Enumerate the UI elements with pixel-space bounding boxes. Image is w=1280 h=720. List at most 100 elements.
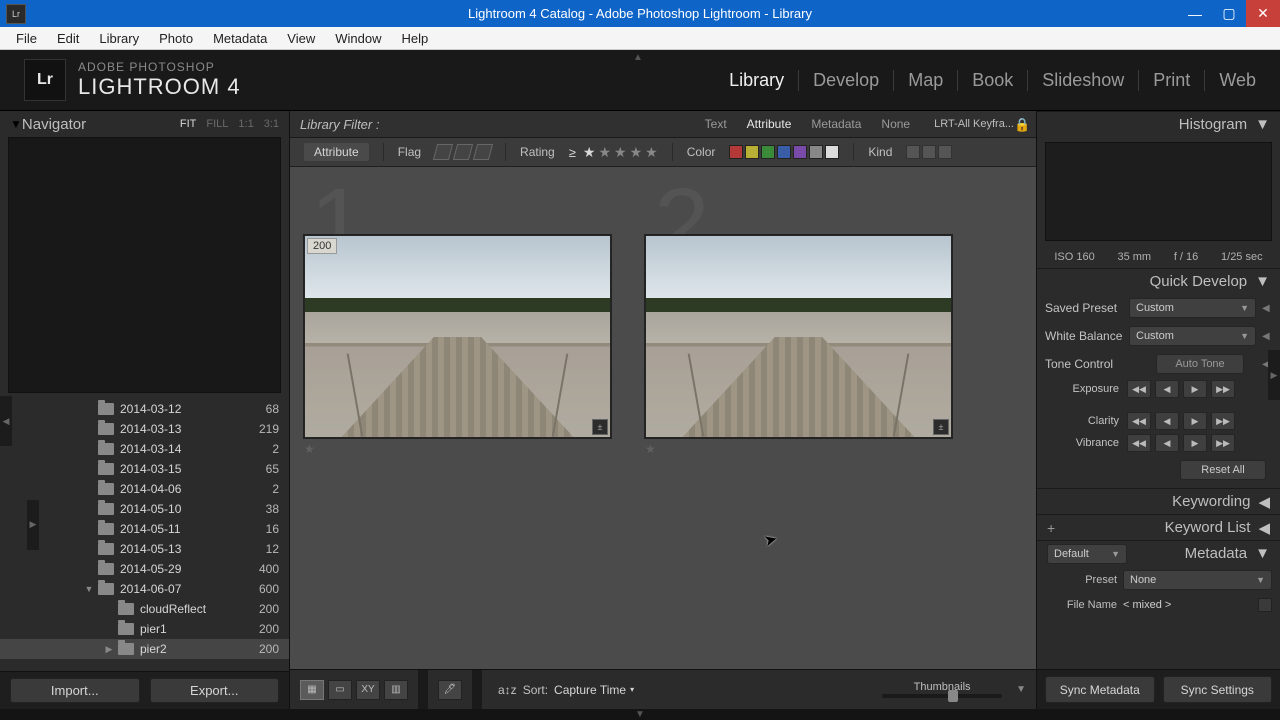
disclosure-triangle-icon[interactable]: ▶	[100, 644, 118, 655]
module-develop[interactable]: Develop	[799, 70, 894, 91]
module-web[interactable]: Web	[1205, 70, 1256, 91]
navigator-preview[interactable]	[8, 137, 281, 393]
thumbnail-size-slider[interactable]	[882, 694, 1002, 698]
minimize-button[interactable]: —	[1178, 0, 1212, 27]
expand-wb-icon[interactable]: ◀	[1262, 331, 1272, 342]
menu-photo[interactable]: Photo	[149, 29, 203, 48]
kind-master-icon[interactable]	[906, 145, 920, 159]
quick-develop-header[interactable]: Quick Develop ▼	[1037, 268, 1280, 294]
filter-tab-metadata[interactable]: Metadata	[801, 117, 871, 131]
saved-preset-dropdown[interactable]: Custom▼	[1129, 298, 1256, 318]
color-swatch[interactable]	[761, 145, 775, 159]
sync-metadata-button[interactable]: Sync Metadata	[1045, 676, 1155, 703]
disclosure-triangle-icon[interactable]: ▼	[80, 584, 98, 594]
auto-tone-button[interactable]: Auto Tone	[1156, 354, 1244, 374]
clarity-dec[interactable]: ◀	[1155, 412, 1179, 430]
metadata-view-dropdown[interactable]: Default▼	[1047, 544, 1127, 564]
color-swatch[interactable]	[793, 145, 807, 159]
zoom-fit[interactable]: FIT	[180, 118, 197, 130]
module-map[interactable]: Map	[894, 70, 958, 91]
filter-tab-none[interactable]: None	[871, 117, 920, 131]
star-2[interactable]: ★	[598, 144, 611, 161]
reset-all-button[interactable]: Reset All	[1180, 460, 1266, 480]
expand-preset-icon[interactable]: ◀	[1262, 303, 1272, 314]
menu-view[interactable]: View	[277, 29, 325, 48]
filter-tab-attribute[interactable]: Attribute	[737, 117, 802, 131]
sort-dropdown[interactable]: Capture Time▾	[554, 683, 634, 697]
folder-row[interactable]: ▶pier2200	[0, 639, 289, 659]
keyword-list-header[interactable]: + Keyword List ◀	[1037, 514, 1280, 540]
loupe-view-button[interactable]: ▭	[328, 680, 352, 700]
filename-action-button[interactable]	[1258, 598, 1272, 612]
folder-row[interactable]: pier1200	[0, 619, 289, 639]
compare-candidate-image[interactable]: ±	[645, 235, 952, 438]
close-button[interactable]: ✕	[1246, 0, 1280, 27]
rating-operator[interactable]: ≥	[569, 145, 576, 160]
folder-tree[interactable]: 2014-03-12682014-03-132192014-03-1422014…	[0, 399, 289, 671]
kind-virtual-icon[interactable]	[922, 145, 936, 159]
compare-view-button[interactable]: XY	[356, 680, 380, 700]
exposure-inc[interactable]: ▶	[1183, 380, 1207, 398]
folder-row[interactable]: 2014-04-062	[0, 479, 289, 499]
vibrance-inc-large[interactable]: ▶▶	[1211, 434, 1235, 452]
add-keyword-icon[interactable]: +	[1047, 520, 1061, 536]
star-4[interactable]: ★	[630, 144, 643, 161]
star-5[interactable]: ★	[645, 144, 658, 161]
flag-unflagged-icon[interactable]	[453, 144, 473, 160]
toolbar-options-dropdown[interactable]: ▼	[1016, 684, 1026, 695]
flag-picked-icon[interactable]	[433, 144, 453, 160]
keywording-header[interactable]: Keywording ◀	[1037, 488, 1280, 514]
star-3[interactable]: ★	[614, 144, 627, 161]
flag-rejected-icon[interactable]	[473, 144, 493, 160]
color-swatch[interactable]	[745, 145, 759, 159]
left-panel-collapse-handle[interactable]: ◀	[0, 396, 12, 446]
module-library[interactable]: Library	[715, 70, 799, 91]
color-swatch[interactable]	[729, 145, 743, 159]
menu-metadata[interactable]: Metadata	[203, 29, 277, 48]
folder-row[interactable]: 2014-05-29400	[0, 559, 289, 579]
export-button[interactable]: Export...	[150, 678, 280, 703]
exposure-dec-large[interactable]: ◀◀	[1127, 380, 1151, 398]
menu-edit[interactable]: Edit	[47, 29, 89, 48]
color-swatch[interactable]	[777, 145, 791, 159]
vibrance-inc[interactable]: ▶	[1183, 434, 1207, 452]
kind-video-icon[interactable]	[938, 145, 952, 159]
exposure-inc-large[interactable]: ▶▶	[1211, 380, 1235, 398]
compare-select-cell[interactable]: 200 ± ★	[304, 235, 611, 456]
folder-row[interactable]: 2014-03-1565	[0, 459, 289, 479]
filter-tab-text[interactable]: Text	[695, 117, 737, 131]
folder-row[interactable]: 2014-03-1268	[0, 399, 289, 419]
candidate-rating-star[interactable]: ★	[645, 442, 952, 456]
select-rating-star[interactable]: ★	[304, 442, 611, 456]
zoom-3to1[interactable]: 3:1	[264, 118, 279, 130]
folder-row[interactable]: cloudReflect200	[0, 599, 289, 619]
header-collapse-handle[interactable]: ▲	[633, 52, 647, 58]
histogram-display[interactable]	[1045, 142, 1272, 241]
import-button[interactable]: Import...	[10, 678, 140, 703]
color-swatch[interactable]	[809, 145, 823, 159]
folder-row[interactable]: 2014-03-13219	[0, 419, 289, 439]
module-book[interactable]: Book	[958, 70, 1028, 91]
menu-help[interactable]: Help	[392, 29, 439, 48]
folder-row[interactable]: 2014-05-1038	[0, 499, 289, 519]
clarity-inc[interactable]: ▶	[1183, 412, 1207, 430]
clarity-dec-large[interactable]: ◀◀	[1127, 412, 1151, 430]
exposure-dec[interactable]: ◀	[1155, 380, 1179, 398]
folder-row[interactable]: 2014-05-1116	[0, 519, 289, 539]
zoom-1to1[interactable]: 1:1	[238, 118, 253, 130]
metadata-header[interactable]: Default▼ Metadata ▼	[1037, 540, 1280, 566]
menu-window[interactable]: Window	[325, 29, 391, 48]
sync-settings-button[interactable]: Sync Settings	[1163, 676, 1273, 703]
module-print[interactable]: Print	[1139, 70, 1205, 91]
white-balance-dropdown[interactable]: Custom▼	[1129, 326, 1256, 346]
menu-file[interactable]: File	[6, 29, 47, 48]
vibrance-dec-large[interactable]: ◀◀	[1127, 434, 1151, 452]
vibrance-dec[interactable]: ◀	[1155, 434, 1179, 452]
survey-view-button[interactable]: ▥	[384, 680, 408, 700]
sort-direction-icon[interactable]: a↕z	[498, 683, 517, 697]
grid-view-button[interactable]: ▦	[300, 680, 324, 700]
compare-select-image[interactable]: 200 ±	[304, 235, 611, 438]
compare-view[interactable]: 1 2 200 ± ★	[290, 167, 1036, 669]
navigator-header[interactable]: ▼ Navigator FIT FILL 1:1 3:1	[0, 111, 289, 137]
zoom-fill[interactable]: FILL	[206, 118, 228, 130]
